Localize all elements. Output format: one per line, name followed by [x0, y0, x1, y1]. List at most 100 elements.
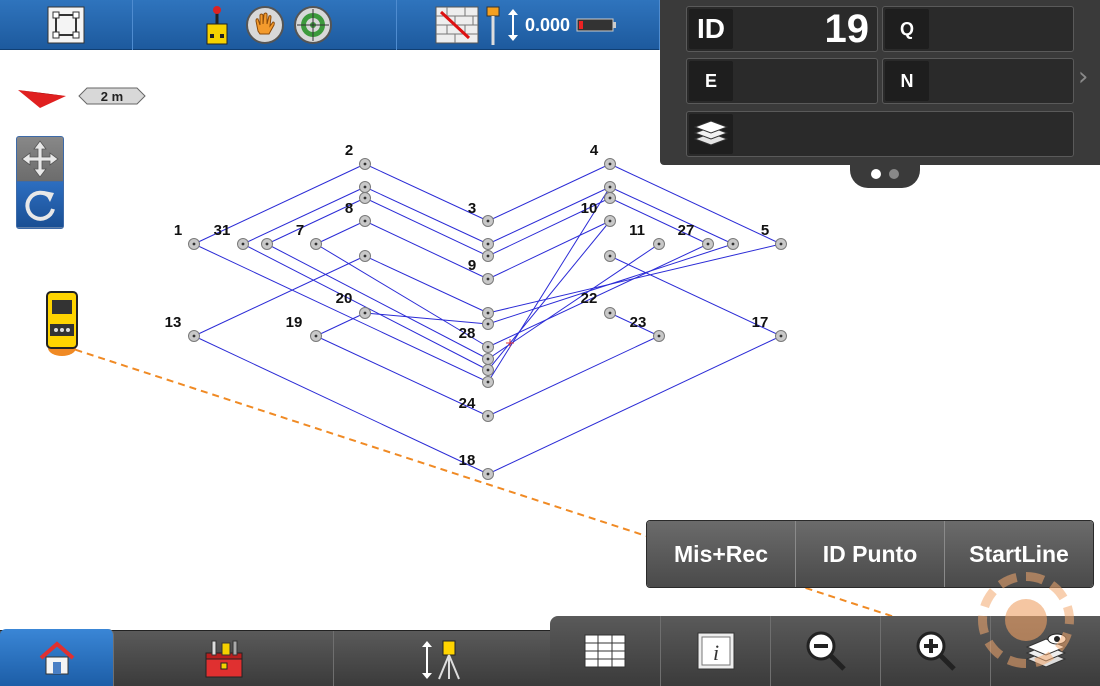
- point-label: 4: [590, 142, 599, 159]
- survey-point-center: [363, 162, 367, 166]
- instrument-height-icon: [422, 640, 460, 680]
- rotate-button[interactable]: [17, 182, 63, 227]
- joystick-icon: [206, 6, 227, 45]
- survey-point-center: [608, 185, 612, 189]
- pan-button[interactable]: [17, 137, 63, 182]
- info-icon: i: [697, 632, 734, 670]
- survey-point-center: [192, 334, 196, 338]
- target-section[interactable]: 0.000: [397, 0, 660, 50]
- survey-point-center: [486, 357, 490, 361]
- survey-point-center: [314, 242, 318, 246]
- bottom-toolbar: [0, 629, 550, 686]
- home-button[interactable]: [0, 629, 114, 686]
- table-view-button[interactable]: [550, 616, 660, 686]
- point-id-button[interactable]: ID Punto: [796, 521, 945, 587]
- survey-point-center: [486, 277, 490, 281]
- survey-point-center: [314, 334, 318, 338]
- point-label: 9: [468, 257, 476, 274]
- survey-point-center: [486, 219, 490, 223]
- q-tag: Q: [885, 9, 929, 49]
- point-label: 3: [468, 200, 476, 217]
- svg-text:i: i: [712, 640, 718, 665]
- rotate-icon: [25, 190, 55, 221]
- survey-point-center: [486, 242, 490, 246]
- survey-line: [315, 312, 366, 337]
- survey-point-center: [706, 242, 710, 246]
- point-label: 17: [752, 314, 769, 331]
- select-frame-icon: [47, 6, 85, 44]
- height-value: 0.000: [525, 14, 571, 35]
- point-label: 31: [214, 222, 231, 239]
- point-label: 5: [761, 222, 769, 239]
- home-icon: [39, 641, 74, 675]
- hand-icon: [245, 6, 284, 44]
- survey-point-center: [657, 334, 661, 338]
- survey-point-center: [241, 242, 245, 246]
- pan-arrows-icon: [21, 140, 59, 178]
- survey-point-center: [486, 414, 490, 418]
- survey-point-center: [363, 219, 367, 223]
- id-field[interactable]: ID 19: [686, 6, 878, 52]
- zoom-in-icon: [916, 631, 956, 671]
- survey-point-center: [779, 334, 783, 338]
- survey-point-center: [608, 254, 612, 258]
- survey-point-center: [363, 185, 367, 189]
- hand-button[interactable]: [244, 4, 286, 46]
- point-label: 22: [581, 290, 598, 307]
- point-label: 10: [581, 200, 598, 217]
- survey-line: [487, 335, 660, 417]
- survey-point-center: [363, 311, 367, 315]
- survey-point-center: [486, 322, 490, 326]
- survey-line: [193, 243, 489, 383]
- battery-icon: [576, 18, 617, 32]
- survey-point-center: [731, 242, 735, 246]
- instrument-height-button[interactable]: [334, 631, 550, 686]
- survey-point-center: [486, 345, 490, 349]
- survey-point-center: [486, 254, 490, 258]
- toolbox-icon: [205, 640, 242, 678]
- measure-record-button[interactable]: Mis+Rec: [647, 521, 796, 587]
- point-label: 13: [165, 314, 182, 331]
- id-value: 19: [824, 6, 870, 51]
- total-station-icon[interactable]: [42, 290, 82, 358]
- select-frame-button[interactable]: [45, 4, 87, 46]
- top-toolbar: 0.000: [0, 0, 660, 50]
- point-label: 8: [345, 200, 353, 217]
- survey-line: [193, 335, 489, 475]
- zoom-out-icon: [806, 631, 846, 671]
- navigation-tools: [16, 136, 64, 229]
- survey-line: [364, 312, 489, 325]
- table-icon: [584, 634, 626, 668]
- info-button[interactable]: i: [660, 616, 770, 686]
- survey-point-center: [363, 254, 367, 258]
- survey-point-center: [192, 242, 196, 246]
- survey-point-center: [363, 196, 367, 200]
- joystick-button[interactable]: [196, 4, 238, 46]
- survey-line: [242, 243, 489, 371]
- survey-line: [487, 335, 782, 475]
- q-field[interactable]: Q: [882, 6, 1074, 52]
- tools-button[interactable]: [114, 631, 334, 686]
- point-label: 24: [459, 395, 476, 412]
- survey-line: [487, 243, 709, 348]
- north-arrow-icon[interactable]: [16, 84, 68, 110]
- point-label: 11: [629, 222, 645, 239]
- target-button[interactable]: [292, 4, 334, 46]
- survey-point-center: [486, 368, 490, 372]
- touch-point: [1005, 599, 1047, 641]
- survey-point-center: [657, 242, 661, 246]
- id-tag: ID: [689, 9, 733, 49]
- zoom-in-button[interactable]: [880, 616, 990, 686]
- scale-label: 2 m: [100, 88, 124, 104]
- survey-point-center: [608, 196, 612, 200]
- prism-pole-icon: [486, 6, 500, 45]
- point-label: 2: [345, 142, 353, 159]
- zoom-out-button[interactable]: [770, 616, 880, 686]
- point-label: 28: [459, 325, 476, 342]
- surveying-app: 0.000 ID 19 Q E N › 1 2 3 4 5 7 8 9 10 1…: [0, 0, 1100, 686]
- point-label: 23: [630, 314, 647, 331]
- survey-line: [487, 220, 611, 280]
- survey-point-center: [779, 242, 783, 246]
- survey-point-center: [608, 311, 612, 315]
- brick-wall-icon: [435, 6, 479, 44]
